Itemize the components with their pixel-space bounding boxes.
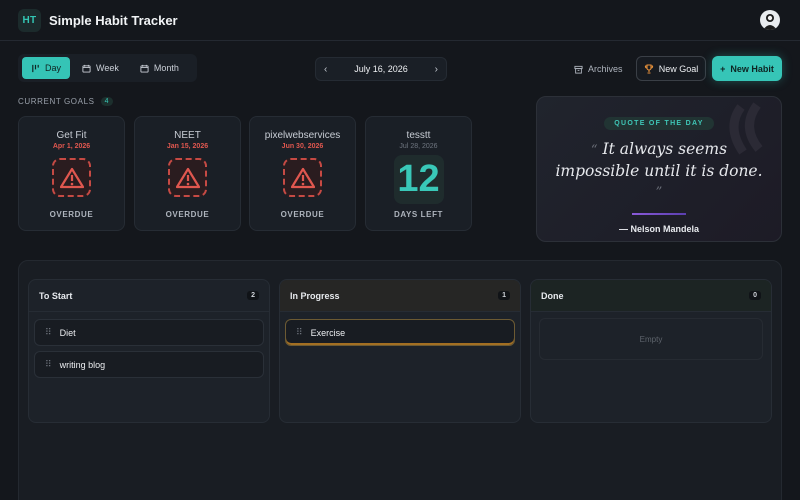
quote-open-mark: “ [590,143,598,158]
archives-button[interactable]: Archives [568,58,629,80]
view-day-label: Day [45,63,62,73]
column-title: To Start [39,290,73,301]
warning-icon [283,158,322,197]
goal-card[interactable]: pixelwebservices Jun 30, 2026 OVERDUE [249,116,356,231]
drag-handle-icon[interactable]: ⠿ [45,327,52,338]
new-habit-button[interactable]: + New Habit [712,56,782,81]
chevron-right-icon[interactable]: › [435,64,438,75]
goal-date: Jun 30, 2026 [281,143,324,150]
user-avatar[interactable] [760,10,780,30]
trophy-icon [644,63,653,74]
habit-card[interactable]: ⠿ Diet [34,319,264,346]
warning-icon [168,158,207,197]
plus-icon: + [720,63,726,74]
goal-card[interactable]: NEET Jan 15, 2026 OVERDUE [134,116,241,231]
habit-card[interactable]: ⠿ writing blog [34,351,264,378]
current-goals-header: CURRENT GOALS 4 [18,97,114,106]
view-month-label: Month [153,63,179,73]
days-left-number: 12 [393,155,444,204]
view-month-button[interactable]: Month [131,57,188,79]
quote-divider [632,213,686,215]
goal-name: tesstt [406,130,431,141]
column-done: Done 0 Empty [530,279,772,423]
quote-decoration-icon [729,102,763,155]
drag-handle-icon[interactable]: ⠿ [296,327,303,338]
quote-close-mark: ” [655,185,663,200]
goal-status: OVERDUE [49,210,94,219]
archives-label: Archives [588,64,623,74]
column-header: To Start 2 [29,280,269,312]
new-goal-label: New Goal [658,63,699,74]
date-navigator: ‹ July 16, 2026 › [315,57,447,81]
app-header: HT Simple Habit Tracker [0,0,800,41]
current-date: July 16, 2026 [354,64,408,74]
warning-icon [52,158,91,197]
quote-of-the-day-badge: QUOTE OF THE DAY [604,117,714,130]
calendar-icon [82,64,91,73]
goal-status: OVERDUE [280,210,325,219]
goal-date: Apr 1, 2026 [52,143,91,150]
goal-name: pixelwebservices [264,130,341,141]
goal-status: OVERDUE [165,210,210,219]
empty-state: Empty [539,318,763,360]
goal-date: Jul 28, 2026 [399,143,438,150]
habit-card-label: writing blog [59,359,106,370]
drag-handle-icon[interactable]: ⠿ [45,359,52,370]
goal-card[interactable]: tesstt Jul 28, 2026 12 DAYS LEFT [365,116,472,231]
calendar-icon [140,64,149,73]
goal-card[interactable]: Get Fit Apr 1, 2026 OVERDUE [18,116,125,231]
column-to-start: To Start 2 ⠿ Diet ⠿ writing blog [28,279,270,423]
column-title: In Progress [290,290,340,301]
quote-card: QUOTE OF THE DAY “ It always seems impos… [536,96,782,242]
goal-status: DAYS LEFT [393,210,444,219]
column-in-progress: In Progress 1 ⠿ Exercise [279,279,521,423]
view-week-label: Week [96,63,119,73]
quote-author: — Nelson Mandela [618,224,699,234]
app-logo: HT [18,8,41,32]
chevron-left-icon[interactable]: ‹ [324,64,327,75]
app-title: Simple Habit Tracker [49,12,178,28]
view-week-button[interactable]: Week [73,57,128,79]
column-count: 1 [498,291,510,300]
column-header: In Progress 1 [280,280,520,312]
column-title: Done [541,290,564,301]
habit-card-label: Diet [59,327,76,338]
goal-name: NEET [174,130,201,141]
new-habit-label: New Habit [730,63,774,74]
view-toggle: Day Week Month [18,54,197,82]
archive-icon [574,65,583,74]
current-goals-title: CURRENT GOALS [18,97,95,106]
goal-date: Jan 15, 2026 [166,143,209,150]
goals-count-badge: 4 [100,97,114,106]
view-day-button[interactable]: Day [22,57,71,79]
new-goal-button[interactable]: New Goal [636,56,706,81]
habit-card[interactable]: ⠿ Exercise [285,319,515,346]
column-header: Done 0 [531,280,771,312]
day-icon [32,64,39,72]
goal-name: Get Fit [56,130,87,141]
column-count: 2 [247,291,259,300]
column-count: 0 [749,291,761,300]
habit-card-label: Exercise [310,327,346,338]
